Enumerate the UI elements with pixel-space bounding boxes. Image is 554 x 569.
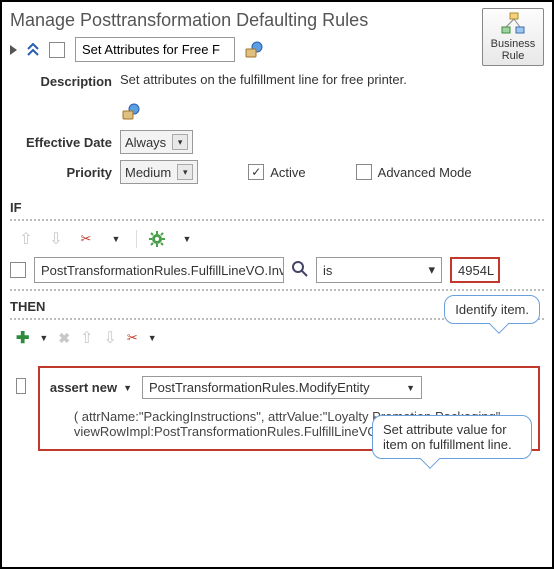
- condition-operator-select[interactable]: is ▾: [316, 257, 442, 283]
- cut-menu-icon[interactable]: ▼: [148, 333, 157, 343]
- collapse-triangle-icon[interactable]: [10, 45, 17, 55]
- section-divider: [10, 219, 544, 221]
- entity-select[interactable]: PostTransformationRules.ModifyEntity ▼: [142, 376, 422, 399]
- section-divider: [10, 289, 544, 291]
- move-down-icon[interactable]: ⇩: [46, 229, 66, 249]
- add-icon[interactable]: ✚: [16, 328, 29, 348]
- action-select-checkbox[interactable]: [16, 378, 26, 394]
- condition-lhs-field[interactable]: PostTransformationRules.FulfillLineVO.In…: [34, 257, 284, 283]
- move-down-icon[interactable]: ⇩: [103, 328, 116, 348]
- active-label: Active: [270, 165, 305, 180]
- priority-row: Priority Medium ▾ ✓ Active Advanced Mode: [10, 160, 544, 184]
- business-rule-button[interactable]: Business Rule: [482, 8, 544, 66]
- condition-value-field[interactable]: 4954L: [450, 257, 500, 283]
- advanced-mode-checkbox[interactable]: [356, 164, 372, 180]
- condition-operator-text: is: [323, 263, 332, 278]
- advanced-mode-checkbox-group[interactable]: Advanced Mode: [356, 164, 472, 180]
- gear-menu-icon[interactable]: ▼: [177, 229, 197, 249]
- active-checkbox-group[interactable]: ✓ Active: [248, 164, 305, 180]
- then-toolbar: ✚ ▼ ✖ ⇧ ⇩ ✂ ▼: [16, 328, 544, 348]
- chevron-down-icon: ▾: [177, 164, 193, 180]
- identify-item-callout: Identify item.: [444, 295, 540, 324]
- search-icon[interactable]: [292, 261, 308, 280]
- description-value: Set attributes on the fulfillment line f…: [120, 72, 544, 87]
- add-menu-icon[interactable]: ▼: [39, 333, 48, 343]
- translate-icon: [122, 103, 140, 121]
- if-condition-row: PostTransformationRules.FulfillLineVO.In…: [10, 257, 544, 283]
- collapse-all-icon[interactable]: [27, 43, 39, 57]
- priority-select[interactable]: Medium ▾: [120, 160, 198, 184]
- move-up-icon[interactable]: ⇧: [16, 229, 36, 249]
- cut-icon[interactable]: ✂: [127, 330, 138, 346]
- assert-new-label: assert new: [50, 380, 117, 395]
- chevron-down-icon: ▼: [406, 383, 415, 393]
- if-toolbar: ⇧ ⇩ ✂ ▼ ▼: [16, 229, 544, 249]
- active-checkbox[interactable]: ✓: [248, 164, 264, 180]
- if-section-header: IF: [10, 200, 544, 215]
- condition-value-text: 4954L: [458, 263, 494, 278]
- page-title: Manage Posttransformation Defaulting Rul…: [10, 10, 544, 31]
- chevron-down-icon: ▾: [172, 134, 188, 150]
- cut-icon[interactable]: ✂: [76, 229, 96, 249]
- description-row: Description Set attributes on the fulfil…: [10, 72, 544, 89]
- flow-icon: [500, 12, 526, 36]
- translate-icon[interactable]: [245, 41, 263, 59]
- rule-name-input[interactable]: [75, 37, 235, 62]
- cut-menu-icon[interactable]: ▼: [106, 229, 126, 249]
- business-rule-label-1: Business: [491, 38, 536, 50]
- effective-date-value: Always: [125, 135, 166, 150]
- priority-value: Medium: [125, 165, 171, 180]
- effective-date-select[interactable]: Always ▾: [120, 130, 193, 154]
- chevron-down-icon: ▾: [428, 262, 435, 278]
- effective-date-label: Effective Date: [10, 135, 120, 150]
- description-label: Description: [10, 72, 120, 89]
- entity-value: PostTransformationRules.ModifyEntity: [149, 380, 370, 395]
- description-translate[interactable]: [122, 103, 544, 124]
- rule-header-row: [10, 37, 544, 62]
- rules-editor-pane: Manage Posttransformation Defaulting Rul…: [0, 0, 554, 569]
- set-attribute-callout: Set attribute value for item on fulfillm…: [372, 415, 532, 459]
- callout-text: Set attribute value for item on fulfillm…: [383, 422, 512, 452]
- effective-date-row: Effective Date Always ▾: [10, 130, 544, 154]
- assert-new-dropdown[interactable]: assert new ▼: [50, 380, 132, 395]
- callout-text: Identify item.: [455, 302, 529, 317]
- assert-header: assert new ▼ PostTransformationRules.Mod…: [50, 376, 528, 399]
- advanced-mode-label: Advanced Mode: [378, 165, 472, 180]
- chevron-down-icon: ▼: [123, 383, 132, 393]
- rule-select-checkbox[interactable]: [49, 42, 65, 58]
- move-up-icon[interactable]: ⇧: [80, 328, 93, 348]
- business-rule-label-2: Rule: [502, 50, 525, 62]
- condition-select-checkbox[interactable]: [10, 262, 26, 278]
- priority-label: Priority: [10, 165, 120, 180]
- gear-icon[interactable]: [147, 229, 167, 249]
- condition-lhs-text: PostTransformationRules.FulfillLineVO.In…: [41, 263, 284, 278]
- delete-icon[interactable]: ✖: [58, 330, 70, 347]
